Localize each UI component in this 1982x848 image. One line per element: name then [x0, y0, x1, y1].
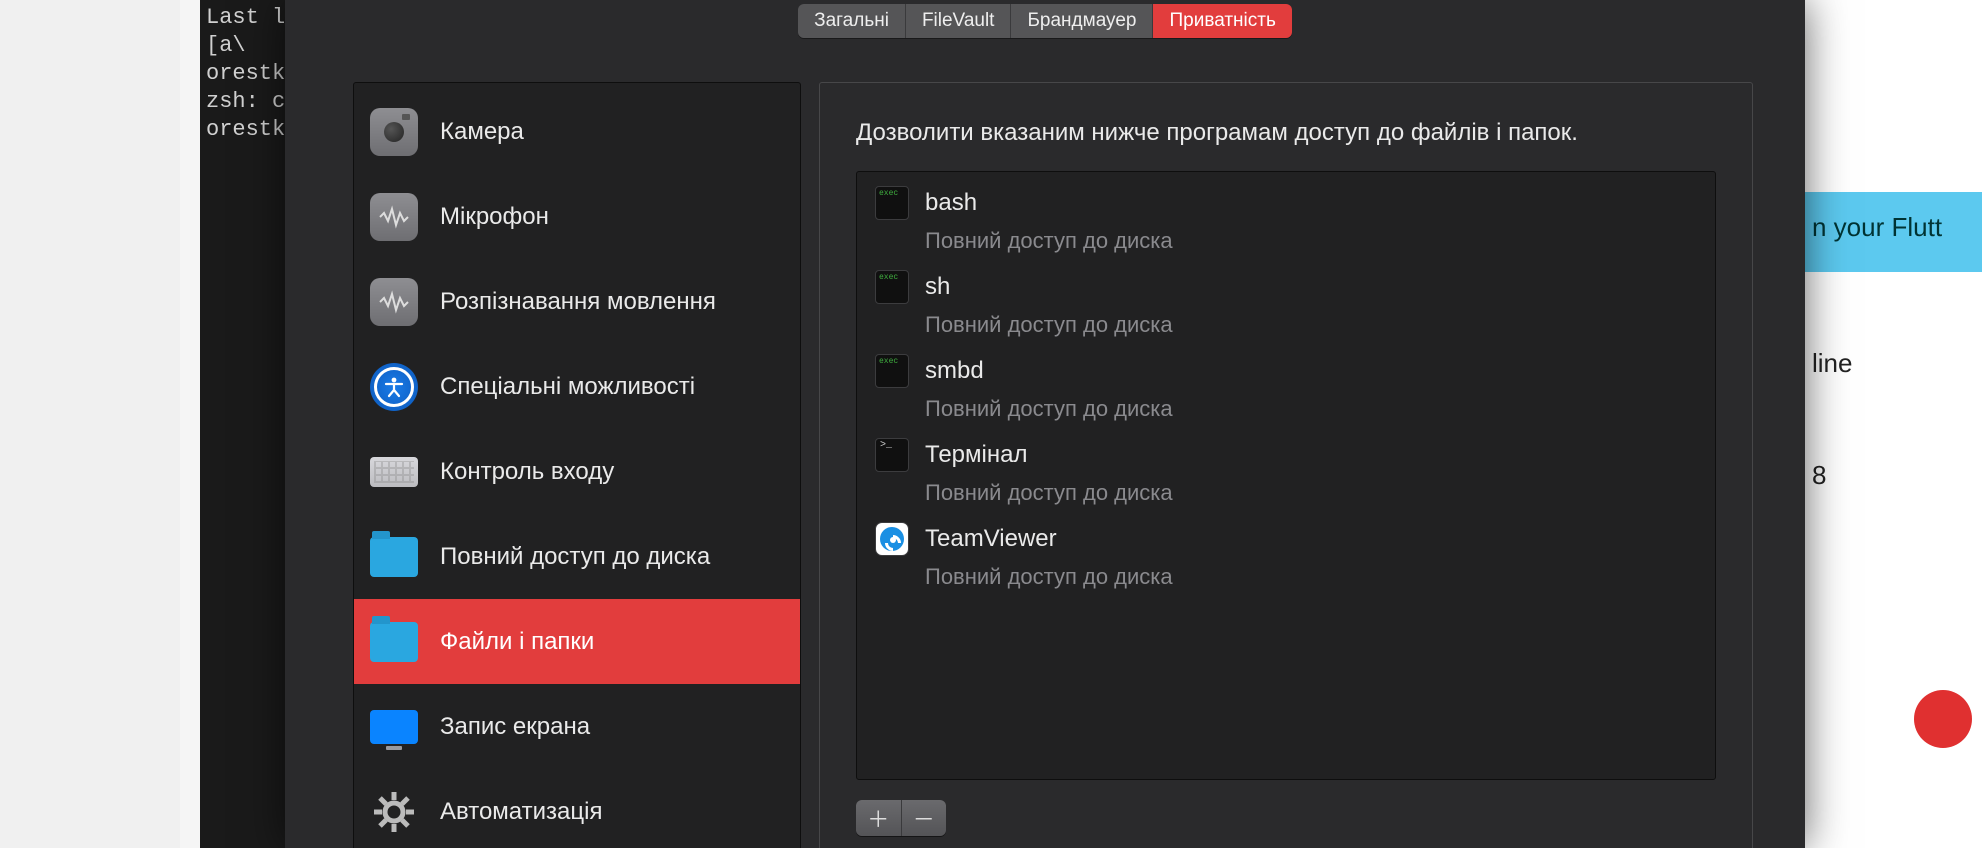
- add-button[interactable]: ＋: [856, 800, 902, 836]
- app-name: TeamViewer: [925, 525, 1057, 553]
- sidebar-item-label: Повний доступ до диска: [440, 543, 710, 571]
- allowed-apps-list[interactable]: bash Повний доступ до диска sh Повний до…: [856, 171, 1716, 780]
- app-permission-label: Повний доступ до диска: [925, 480, 1697, 506]
- exec-icon: [875, 186, 909, 220]
- sidebar-item-accessibility[interactable]: Спеціальні можливості: [354, 344, 800, 429]
- tab-segment: Загальні FileVault Брандмауер Приватніст…: [798, 4, 1292, 38]
- tab-filevault[interactable]: FileVault: [906, 4, 1012, 38]
- sidebar-item-screen-recording[interactable]: Запис екрана: [354, 684, 800, 769]
- app-name: sh: [925, 273, 950, 301]
- app-name: Термінал: [925, 441, 1027, 469]
- app-name: bash: [925, 189, 977, 217]
- sidebar-item-input-monitoring[interactable]: Контроль входу: [354, 429, 800, 514]
- sidebar-item-camera[interactable]: Камера: [354, 89, 800, 174]
- terminal-icon: [875, 438, 909, 472]
- sidebar-item-label: Запис екрана: [440, 713, 590, 741]
- sidebar-item-microphone[interactable]: Мікрофон: [354, 174, 800, 259]
- detail-heading: Дозволити вказаним нижче програмам досту…: [856, 119, 1716, 147]
- add-remove-control: ＋ －: [856, 800, 946, 836]
- security-tabbar: Загальні FileVault Брандмауер Приватніст…: [285, 0, 1805, 38]
- files-and-folders-detail: Дозволити вказаним нижче програмам досту…: [819, 82, 1753, 848]
- sidebar-item-label: Спеціальні можливості: [440, 373, 695, 401]
- app-permission-label: Повний доступ до диска: [925, 564, 1697, 590]
- exec-icon: [875, 270, 909, 304]
- app-permission-label: Повний доступ до диска: [925, 396, 1697, 422]
- teamviewer-icon: [875, 522, 909, 556]
- camera-icon: [370, 108, 418, 156]
- sidebar-item-label: Мікрофон: [440, 203, 549, 231]
- accessibility-icon: [370, 363, 418, 411]
- sidebar-item-speech-recognition[interactable]: Розпізнавання мовлення: [354, 259, 800, 344]
- app-row-smbd[interactable]: smbd Повний доступ до диска: [875, 354, 1697, 422]
- background-page: n your Flutt line 8: [1782, 0, 1982, 848]
- tab-privacy[interactable]: Приватність: [1153, 4, 1291, 38]
- privacy-category-list[interactable]: Камера Мікрофон Розпізнавання мовлення С…: [353, 82, 801, 848]
- app-row-bash[interactable]: bash Повний доступ до диска: [875, 186, 1697, 254]
- sidebar-item-full-disk-access[interactable]: Повний доступ до диска: [354, 514, 800, 599]
- speech-recognition-icon: [370, 278, 418, 326]
- app-name: smbd: [925, 357, 984, 385]
- tab-general[interactable]: Загальні: [798, 4, 906, 38]
- bg-text-line: line: [1812, 348, 1852, 379]
- sidebar-item-label: Файли і папки: [440, 628, 594, 656]
- folder-icon: [370, 537, 418, 577]
- microphone-icon: [370, 193, 418, 241]
- remove-button[interactable]: －: [902, 800, 947, 836]
- app-row-sh[interactable]: sh Повний доступ до диска: [875, 270, 1697, 338]
- keyboard-icon: [370, 457, 418, 487]
- app-permission-label: Повний доступ до диска: [925, 312, 1697, 338]
- prefs-body: Камера Мікрофон Розпізнавання мовлення С…: [285, 38, 1805, 848]
- bg-red-dot: [1914, 690, 1972, 748]
- exec-icon: [875, 354, 909, 388]
- sidebar-item-files-and-folders[interactable]: Файли і папки: [354, 599, 800, 684]
- bg-text-num: 8: [1812, 460, 1826, 491]
- app-row-terminal[interactable]: Термінал Повний доступ до диска: [875, 438, 1697, 506]
- app-row-teamviewer[interactable]: TeamViewer Повний доступ до диска: [875, 522, 1697, 590]
- security-privacy-window: Загальні FileVault Брандмауер Приватніст…: [285, 0, 1805, 848]
- folder-icon: [370, 622, 418, 662]
- bg-text-flutter: n your Flutt: [1812, 212, 1942, 243]
- sidebar-item-label: Розпізнавання мовлення: [440, 288, 716, 316]
- app-permission-label: Повний доступ до диска: [925, 228, 1697, 254]
- sidebar-item-label: Камера: [440, 118, 524, 146]
- sidebar-item-label: Автоматизація: [440, 798, 602, 826]
- screen-icon: [370, 710, 418, 744]
- sidebar-item-automation[interactable]: Автоматизація: [354, 769, 800, 848]
- gear-icon: [370, 788, 418, 836]
- sidebar-item-label: Контроль входу: [440, 458, 614, 486]
- tab-firewall[interactable]: Брандмауер: [1011, 4, 1153, 38]
